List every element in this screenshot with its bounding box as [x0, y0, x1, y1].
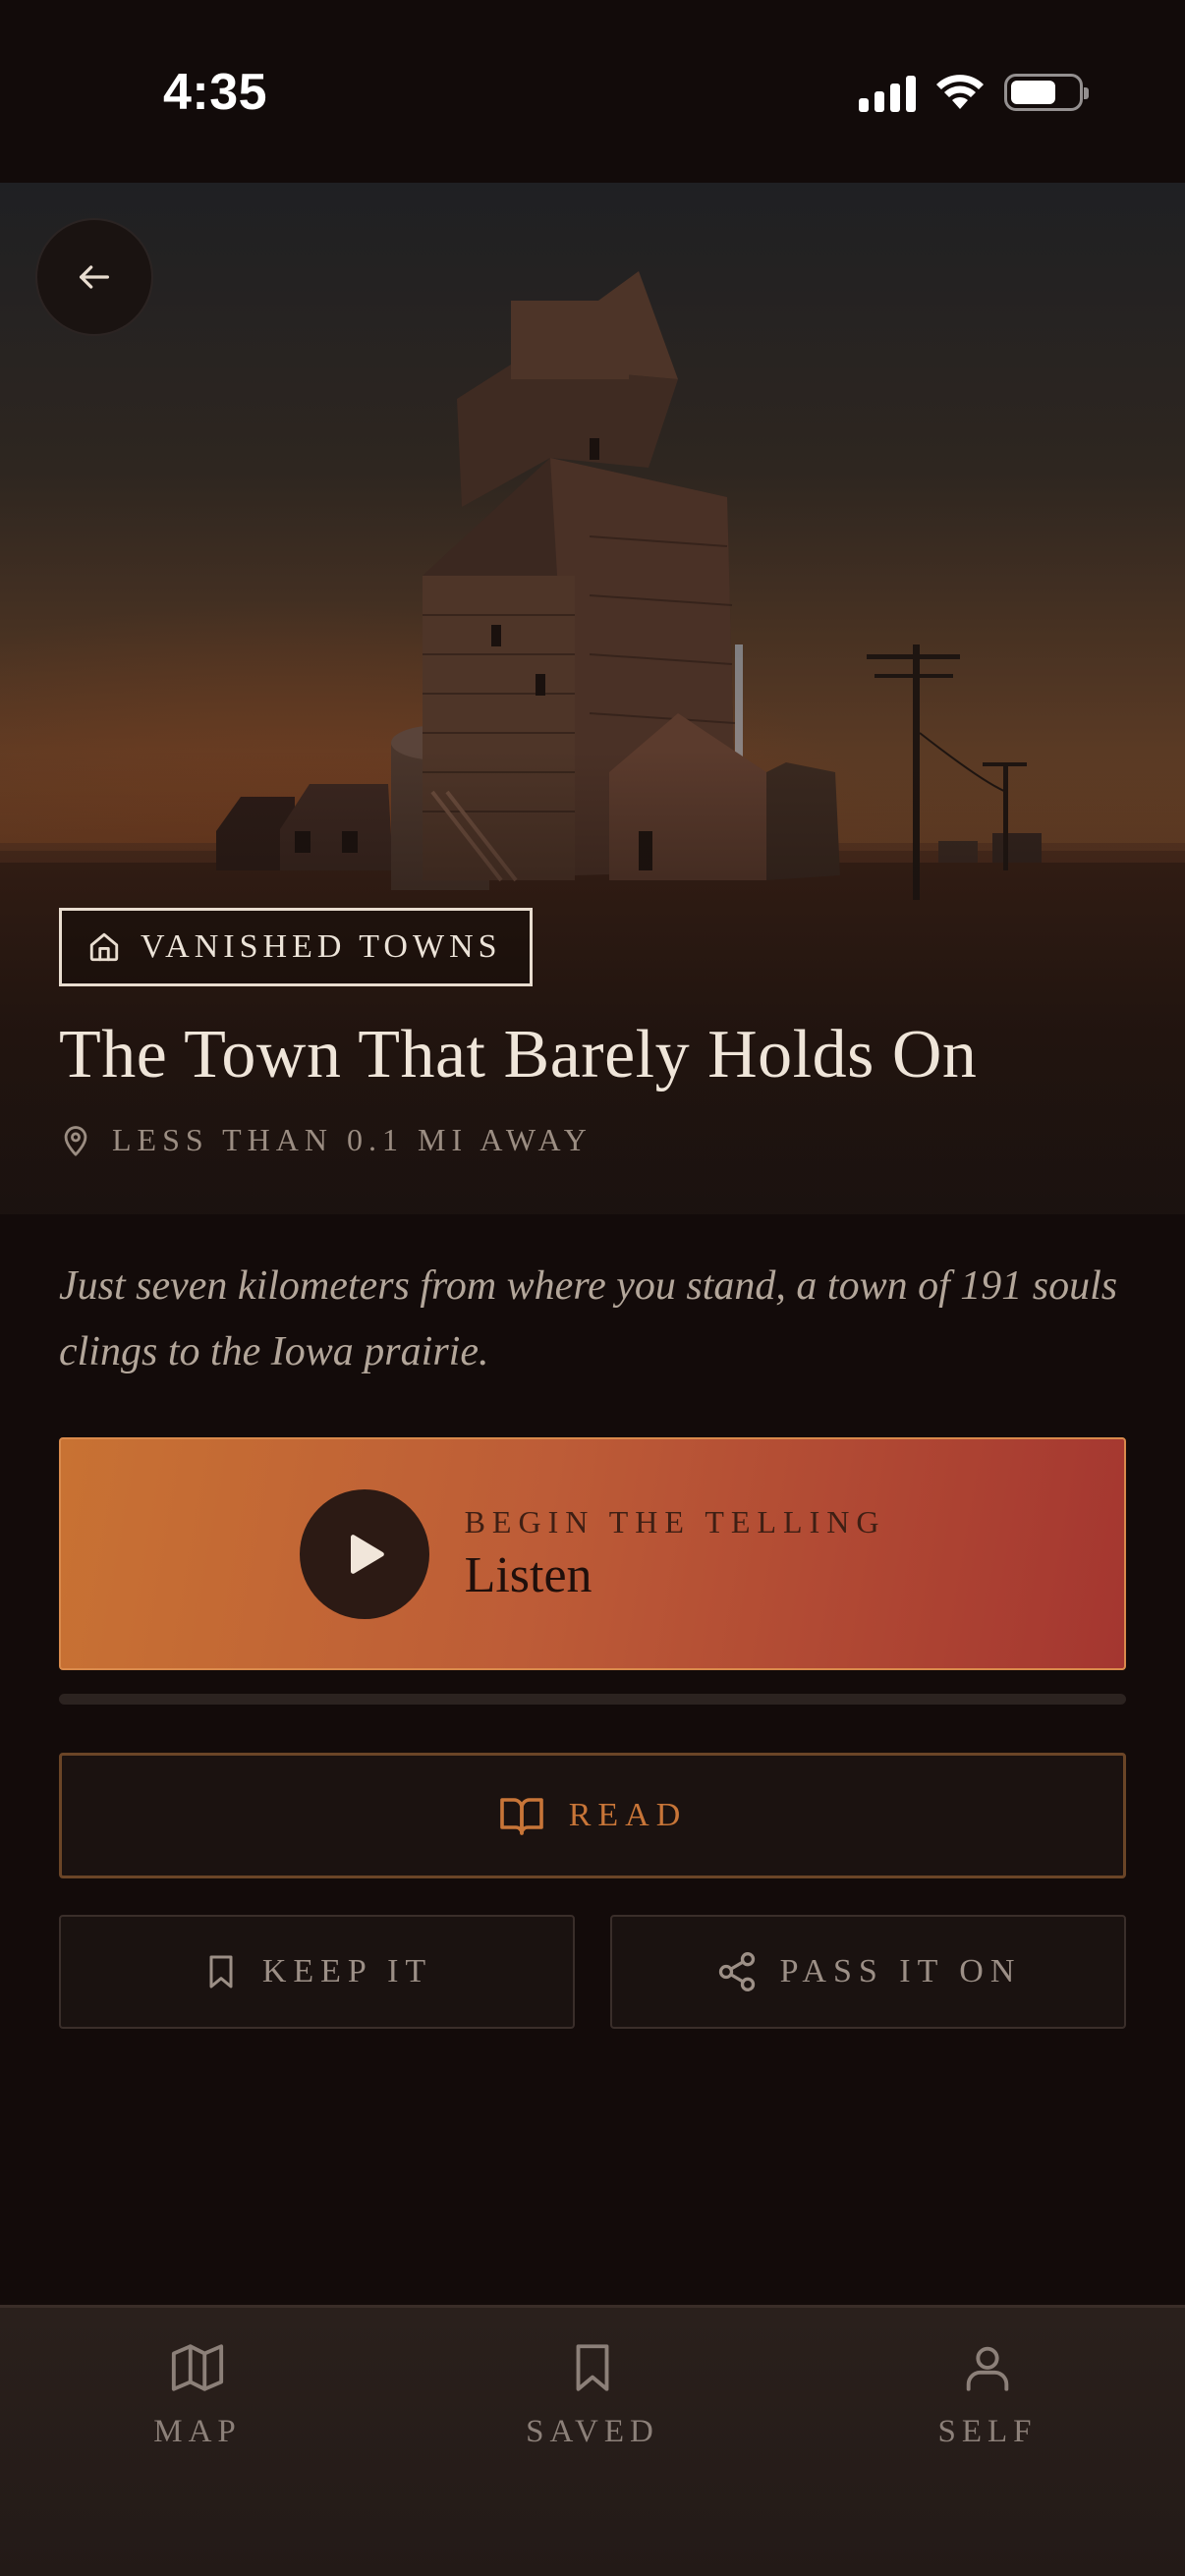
read-label: READ [568, 1797, 688, 1833]
arrow-left-icon [80, 265, 110, 289]
nav-label-self: SELF [937, 2414, 1038, 2449]
share-label: PASS IT ON [779, 1953, 1022, 1989]
keep-label: KEEP IT [261, 1953, 433, 1989]
bookmark-icon [209, 1955, 233, 1988]
map-icon [171, 2344, 224, 2391]
battery-icon [1004, 74, 1089, 111]
bottom-nav: MAP SAVED SELF [0, 2305, 1185, 2576]
distance-label: LESS THAN 0.1 MI AWAY [112, 1122, 592, 1157]
listen-text: BEGIN THE TELLING Listen [465, 1504, 886, 1604]
audio-progress-bar[interactable] [59, 1694, 1126, 1705]
category-badge: VANISHED TOWNS [59, 908, 533, 986]
home-icon [89, 932, 119, 962]
location-pin-icon [64, 1125, 87, 1156]
nav-item-saved[interactable]: SAVED [465, 2339, 720, 2576]
play-icon [350, 1534, 384, 1574]
nav-item-map[interactable]: MAP [70, 2339, 325, 2576]
play-button-circle [299, 1488, 429, 1619]
back-button[interactable] [35, 218, 153, 336]
category-label: VANISHED TOWNS [141, 928, 502, 965]
keep-button[interactable]: KEEP IT [59, 1915, 575, 2029]
status-time: 4:35 [163, 64, 268, 121]
listen-kicker: BEGIN THE TELLING [464, 1503, 886, 1540]
nav-label-map: MAP [153, 2414, 242, 2449]
listen-label: Listen [464, 1546, 592, 1603]
nav-label-saved: SAVED [526, 2414, 659, 2449]
user-icon [966, 2346, 1009, 2391]
distance-indicator: LESS THAN 0.1 MI AWAY [59, 1122, 592, 1158]
hero: VANISHED TOWNS The Town That Barely Hold… [0, 183, 1185, 1214]
wifi-icon [936, 75, 984, 109]
nav-item-self[interactable]: SELF [860, 2339, 1115, 2576]
status-icons [859, 73, 1089, 112]
listen-button[interactable]: BEGIN THE TELLING Listen [59, 1437, 1126, 1670]
share-button[interactable]: PASS IT ON [610, 1915, 1126, 2029]
story-title: The Town That Barely Holds On [59, 1017, 978, 1092]
bookmark-icon [576, 2344, 609, 2391]
open-book-icon [499, 1798, 543, 1835]
status-bar: 4:35 [0, 0, 1185, 183]
read-button[interactable]: READ [59, 1753, 1126, 1878]
story-summary: Just seven kilometers from where you sta… [59, 1263, 1118, 1374]
cellular-signal-icon [859, 73, 916, 112]
share-icon [718, 1952, 755, 1991]
